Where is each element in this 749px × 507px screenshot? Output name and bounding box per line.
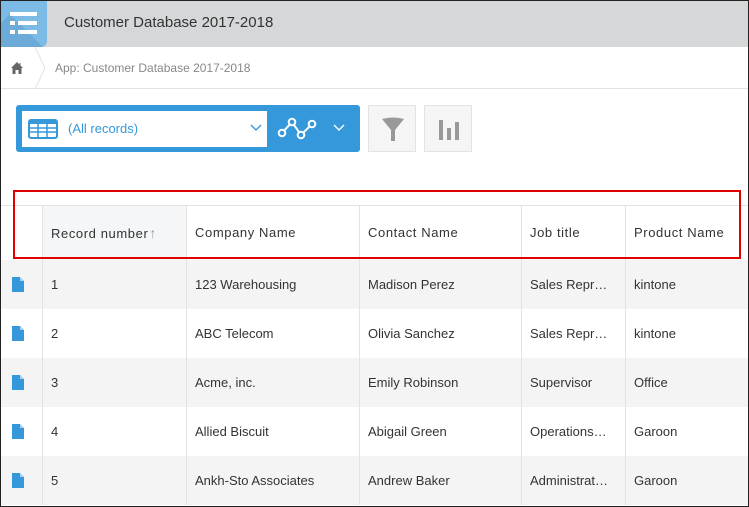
column-header-contact-name[interactable]: Contact Name [359,206,521,260]
cell-product-name: Garoon [625,407,749,456]
cell-company-name: Ankh-Sto Associates [186,456,359,505]
cell-detail-link[interactable] [0,407,42,456]
record-detail-icon[interactable] [12,277,24,292]
cell-company-name: 123 Warehousing [186,260,359,309]
table-row[interactable]: 4 Allied Biscuit Abigail Green Operations… G… [0,407,749,456]
column-header-company-name[interactable]: Company Name [186,206,359,260]
bar-chart-icon [439,120,459,140]
record-detail-icon[interactable] [12,424,24,439]
cell-contact-name: Andrew Baker [359,456,521,505]
app-list-icon[interactable] [0,0,47,47]
cell-detail-link[interactable] [0,260,42,309]
cell-record-number: 3 [42,358,186,407]
cell-product-name: kintone [625,260,749,309]
cell-product-name: Office [625,358,749,407]
filter-icon [382,117,404,141]
app-header: Customer Database 2017-2018 [0,0,749,47]
breadcrumb-separator-icon [34,47,46,89]
record-detail-icon[interactable] [12,473,24,488]
breadcrumb-app-link[interactable]: App: Customer Database 2017-2018 [55,61,250,75]
column-label: Record number [51,226,149,241]
cell-detail-link[interactable] [0,456,42,505]
cell-product-name: Garoon [625,456,749,505]
table-row[interactable]: 5 Ankh-Sto Associates Andrew Baker Administ… [0,456,749,505]
cell-company-name: ABC Telecom [186,309,359,358]
cell-detail-link[interactable] [0,309,42,358]
cell-job-title: Operations… [521,407,625,456]
graph-icon [277,117,317,140]
cell-job-title: Administrat… [521,456,625,505]
cell-record-number: 5 [42,456,186,505]
cell-job-title: Sales Repr… [521,260,625,309]
view-selected-label: (All records) [68,121,139,136]
column-header-job-title[interactable]: Job title [521,206,625,260]
view-select-dropdown[interactable]: (All records) [22,111,267,147]
cell-product-name: kintone [625,309,749,358]
graph-chart-button[interactable] [424,105,472,152]
table-row[interactable]: 2 ABC Telecom Olivia Sanchez Sales Repr… kin… [0,309,749,358]
view-selector-bar: (All records) [16,105,360,152]
cell-contact-name: Madison Perez [359,260,521,309]
home-icon[interactable] [10,61,24,75]
cell-company-name: Allied Biscuit [186,407,359,456]
cell-contact-name: Emily Robinson [359,358,521,407]
app-title: Customer Database 2017-2018 [64,14,274,31]
table-row[interactable]: 3 Acme, inc. Emily Robinson Supervisor Offic… [0,358,749,407]
cell-record-number: 1 [42,260,186,309]
chevron-down-icon [333,124,345,131]
table-header: Record number↑ Company Name Contact Name… [0,205,749,260]
cell-record-number: 4 [42,407,186,456]
chevron-down-icon [250,124,262,131]
cell-record-number: 2 [42,309,186,358]
breadcrumb: App: Customer Database 2017-2018 [0,47,749,89]
table-view-icon [28,119,58,139]
table-row[interactable]: 1 123 Warehousing Madison Perez Sales Repr…… [0,260,749,309]
sort-ascending-icon[interactable]: ↑ [149,225,156,241]
cell-job-title: Sales Repr… [521,309,625,358]
cell-contact-name: Abigail Green [359,407,521,456]
column-header-product-name[interactable]: Product Name [625,206,749,260]
cell-company-name: Acme, inc. [186,358,359,407]
graph-select-button[interactable] [275,111,355,147]
cell-job-title: Supervisor [521,358,625,407]
record-detail-icon[interactable] [12,375,24,390]
filter-button[interactable] [368,105,416,152]
record-detail-icon[interactable] [12,326,24,341]
cell-contact-name: Olivia Sanchez [359,309,521,358]
cell-detail-link[interactable] [0,358,42,407]
column-header-record-number[interactable]: Record number↑ [42,206,186,260]
